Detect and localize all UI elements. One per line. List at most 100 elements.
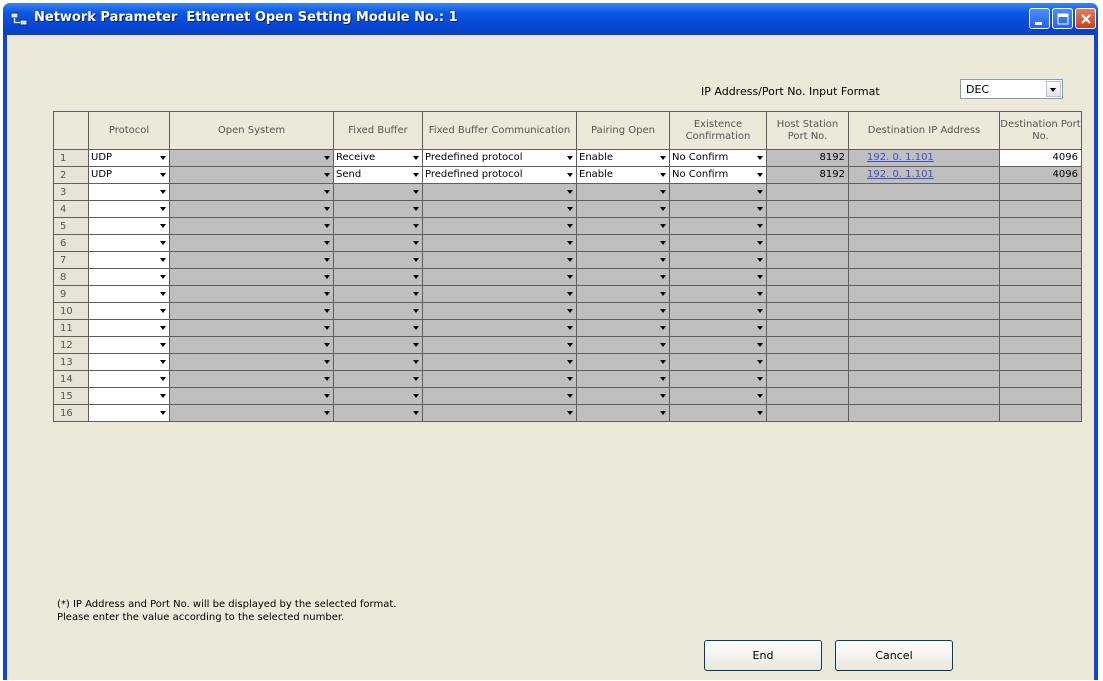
destination-ip-field[interactable] (848, 268, 1000, 286)
existence-confirmation-select[interactable] (669, 183, 767, 201)
pairing-open-select[interactable]: Enable (576, 149, 670, 167)
pairing-open-select[interactable] (576, 251, 670, 269)
destination-port-field[interactable] (999, 183, 1082, 201)
chevron-down-icon[interactable] (660, 207, 666, 211)
chevron-down-icon[interactable] (160, 173, 166, 177)
host-station-port-field[interactable] (766, 200, 849, 218)
chevron-down-icon[interactable] (324, 207, 330, 211)
destination-port-field[interactable] (999, 302, 1082, 320)
chevron-down-icon[interactable] (160, 241, 166, 245)
destination-ip-field[interactable] (848, 200, 1000, 218)
fixed-buffer-select[interactable]: Receive (333, 149, 423, 167)
destination-port-field[interactable] (999, 234, 1082, 252)
chevron-down-icon[interactable] (413, 190, 419, 194)
fixed-buffer-select[interactable] (333, 268, 423, 286)
chevron-down-icon[interactable] (757, 156, 763, 160)
chevron-down-icon[interactable] (660, 173, 666, 177)
chevron-down-icon[interactable] (324, 377, 330, 381)
chevron-down-icon[interactable] (660, 241, 666, 245)
chevron-down-icon[interactable] (324, 156, 330, 160)
destination-ip-field[interactable] (848, 370, 1000, 388)
pairing-open-select[interactable] (576, 285, 670, 303)
destination-port-field[interactable] (999, 387, 1082, 405)
chevron-down-icon[interactable] (567, 207, 573, 211)
host-station-port-field[interactable]: 8192 (766, 149, 849, 167)
host-station-port-field[interactable] (766, 404, 849, 422)
chevron-down-icon[interactable] (324, 224, 330, 228)
protocol-select[interactable] (88, 387, 170, 405)
protocol-select[interactable]: UDP (88, 166, 170, 184)
chevron-down-icon[interactable] (160, 377, 166, 381)
fixed-buffer-communication-select[interactable] (422, 217, 577, 235)
destination-ip-field[interactable] (848, 336, 1000, 354)
protocol-select[interactable] (88, 302, 170, 320)
host-station-port-field[interactable] (766, 251, 849, 269)
protocol-select[interactable] (88, 251, 170, 269)
chevron-down-icon[interactable] (757, 173, 763, 177)
chevron-down-icon[interactable] (757, 343, 763, 347)
host-station-port-field[interactable] (766, 285, 849, 303)
protocol-select[interactable] (88, 370, 170, 388)
chevron-down-icon[interactable] (757, 360, 763, 364)
cancel-button[interactable]: Cancel (835, 640, 953, 671)
chevron-down-icon[interactable] (413, 224, 419, 228)
chevron-down-icon[interactable] (1046, 81, 1061, 97)
destination-ip-field[interactable]: 192. 0. 1.101 (848, 166, 1000, 184)
fixed-buffer-communication-select[interactable] (422, 285, 577, 303)
chevron-down-icon[interactable] (413, 360, 419, 364)
fixed-buffer-communication-select[interactable] (422, 336, 577, 354)
existence-confirmation-select[interactable] (669, 370, 767, 388)
chevron-down-icon[interactable] (757, 309, 763, 313)
destination-port-field[interactable] (999, 370, 1082, 388)
host-station-port-field[interactable] (766, 268, 849, 286)
chevron-down-icon[interactable] (324, 326, 330, 330)
open-system-select[interactable] (169, 302, 334, 320)
destination-port-field[interactable]: 4096 (999, 149, 1082, 167)
chevron-down-icon[interactable] (757, 224, 763, 228)
chevron-down-icon[interactable] (413, 343, 419, 347)
protocol-select[interactable]: UDP (88, 149, 170, 167)
chevron-down-icon[interactable] (413, 275, 419, 279)
chevron-down-icon[interactable] (567, 326, 573, 330)
fixed-buffer-communication-select[interactable] (422, 404, 577, 422)
protocol-select[interactable] (88, 319, 170, 337)
host-station-port-field[interactable] (766, 183, 849, 201)
chevron-down-icon[interactable] (413, 156, 419, 160)
fixed-buffer-communication-select[interactable] (422, 200, 577, 218)
chevron-down-icon[interactable] (757, 394, 763, 398)
chevron-down-icon[interactable] (757, 207, 763, 211)
chevron-down-icon[interactable] (660, 258, 666, 262)
chevron-down-icon[interactable] (324, 343, 330, 347)
fixed-buffer-communication-select[interactable]: Predefined protocol (422, 166, 577, 184)
pairing-open-select[interactable] (576, 387, 670, 405)
destination-ip-field[interactable] (848, 183, 1000, 201)
chevron-down-icon[interactable] (160, 394, 166, 398)
pairing-open-select[interactable]: Enable (576, 166, 670, 184)
host-station-port-field[interactable] (766, 217, 849, 235)
chevron-down-icon[interactable] (413, 377, 419, 381)
chevron-down-icon[interactable] (324, 173, 330, 177)
existence-confirmation-select[interactable] (669, 268, 767, 286)
chevron-down-icon[interactable] (324, 292, 330, 296)
protocol-select[interactable] (88, 353, 170, 371)
existence-confirmation-select[interactable] (669, 200, 767, 218)
chevron-down-icon[interactable] (160, 224, 166, 228)
fixed-buffer-select[interactable] (333, 183, 423, 201)
protocol-select[interactable] (88, 183, 170, 201)
chevron-down-icon[interactable] (567, 360, 573, 364)
chevron-down-icon[interactable] (413, 309, 419, 313)
existence-confirmation-select[interactable]: No Confirm (669, 166, 767, 184)
destination-ip-field[interactable] (848, 319, 1000, 337)
chevron-down-icon[interactable] (757, 292, 763, 296)
open-system-select[interactable] (169, 217, 334, 235)
chevron-down-icon[interactable] (413, 241, 419, 245)
fixed-buffer-communication-select[interactable] (422, 370, 577, 388)
chevron-down-icon[interactable] (757, 411, 763, 415)
fixed-buffer-communication-select[interactable] (422, 268, 577, 286)
fixed-buffer-select[interactable] (333, 217, 423, 235)
chevron-down-icon[interactable] (413, 326, 419, 330)
chevron-down-icon[interactable] (324, 275, 330, 279)
destination-port-field[interactable] (999, 336, 1082, 354)
chevron-down-icon[interactable] (660, 377, 666, 381)
fixed-buffer-communication-select[interactable]: Predefined protocol (422, 149, 577, 167)
